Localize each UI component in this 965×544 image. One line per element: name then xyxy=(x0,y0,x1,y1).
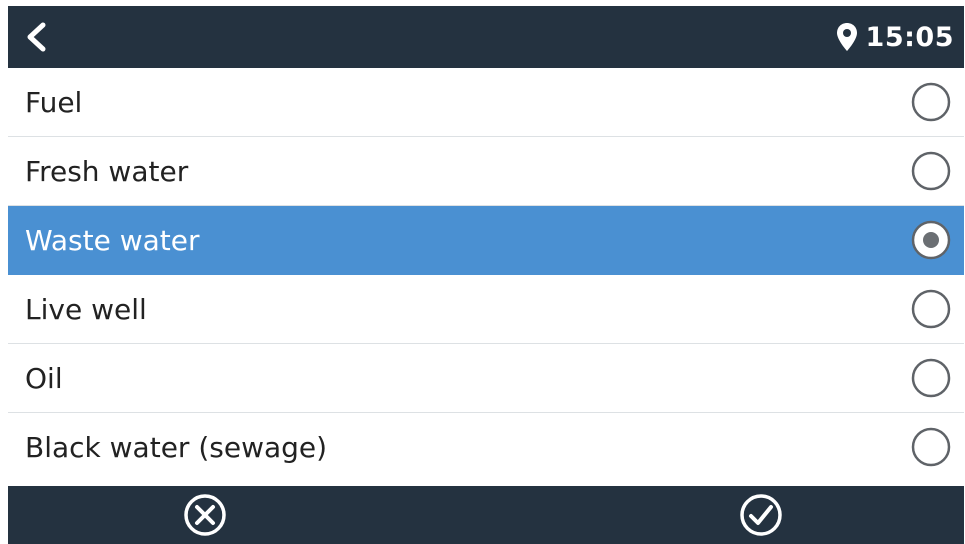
radio-checked-icon[interactable] xyxy=(911,220,951,260)
title-bar: 15:05 xyxy=(8,6,964,68)
option-label: Oil xyxy=(25,362,63,395)
option-label: Fuel xyxy=(25,86,83,119)
tank-type-option[interactable]: Oil xyxy=(8,344,964,413)
radio-unchecked-icon[interactable] xyxy=(911,289,951,329)
option-label: Black water (sewage) xyxy=(25,431,328,464)
option-label: Fresh water xyxy=(25,155,189,188)
tank-type-list: Fuel Fresh water Waste water Live well Oil Bl… xyxy=(8,68,964,482)
tank-type-option[interactable]: Fresh water xyxy=(8,137,964,206)
action-bar xyxy=(8,486,964,544)
circle-x-icon xyxy=(184,494,226,536)
tank-type-option[interactable]: Live well xyxy=(8,275,964,344)
tank-type-dialog: 15:05 Fuel Fresh water Waste water Live wel… xyxy=(8,6,964,544)
status-area: 15:05 xyxy=(836,6,954,68)
tank-type-option[interactable]: Fuel xyxy=(8,68,964,137)
tank-type-option[interactable]: Waste water xyxy=(8,206,964,275)
confirm-button[interactable] xyxy=(739,493,783,537)
radio-unchecked-icon[interactable] xyxy=(911,151,951,191)
map-pin-icon xyxy=(836,23,857,51)
cancel-button[interactable] xyxy=(183,493,227,537)
tank-type-option[interactable]: Black water (sewage) xyxy=(8,413,964,482)
radio-unchecked-icon[interactable] xyxy=(911,358,951,398)
clock: 15:05 xyxy=(865,21,954,53)
radio-unchecked-icon[interactable] xyxy=(911,82,951,122)
back-button[interactable] xyxy=(20,19,56,55)
circle-check-icon xyxy=(740,494,782,536)
option-label: Live well xyxy=(25,293,147,326)
radio-unchecked-icon[interactable] xyxy=(911,427,951,467)
option-label: Waste water xyxy=(25,224,200,257)
chevron-left-icon xyxy=(27,22,46,52)
